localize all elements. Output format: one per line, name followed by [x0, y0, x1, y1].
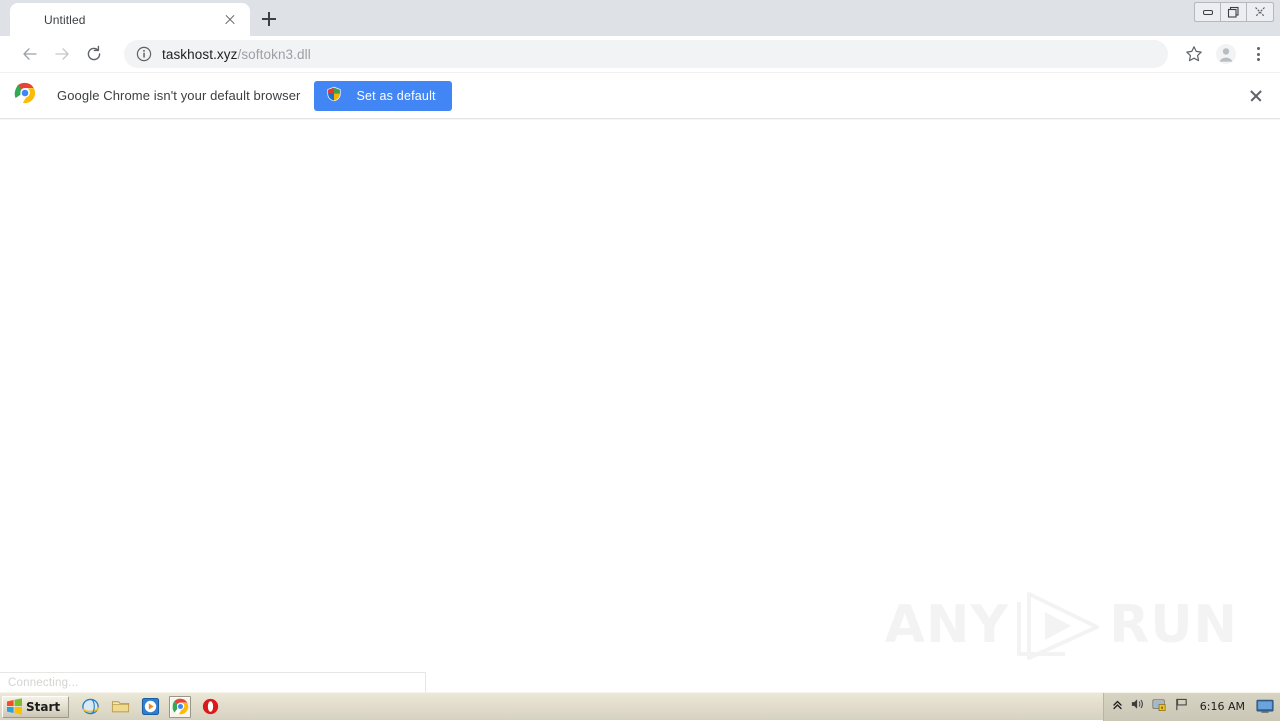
- taskbar-item-google-chrome[interactable]: [169, 695, 192, 718]
- browser-window: Untitled taskhost.xyz/softokn3.dll Googl…: [0, 0, 1280, 692]
- browser-toolbar: taskhost.xyz/softokn3.dll: [0, 36, 1280, 72]
- set-as-default-button[interactable]: Set as default: [314, 80, 452, 111]
- taskbar-item-media-player[interactable]: [139, 696, 161, 718]
- minimize-icon: [1202, 9, 1213, 15]
- minimize-button[interactable]: [1195, 3, 1221, 21]
- url-domain: taskhost.xyz: [162, 46, 238, 62]
- opera-icon: [202, 698, 218, 715]
- play-triangle-icon: [1017, 592, 1100, 660]
- avatar-icon: [1216, 44, 1236, 64]
- back-arrow-icon: [23, 48, 37, 60]
- uac-shield-icon: [326, 86, 342, 105]
- watermark-text-left: ANY: [884, 595, 1010, 655]
- action-center-flag-icon[interactable]: [1174, 697, 1189, 717]
- start-button[interactable]: Start: [2, 695, 70, 718]
- security-alert-icon[interactable]: [1152, 697, 1167, 717]
- reload-icon: [87, 45, 101, 61]
- toolbar-right-actions: [1176, 40, 1272, 68]
- start-label: Start: [26, 699, 61, 714]
- restore-button[interactable]: [1221, 3, 1247, 21]
- tab-strip: Untitled: [0, 0, 1280, 36]
- tab-close-icon[interactable]: [222, 12, 238, 28]
- forward-arrow-icon: [55, 48, 69, 60]
- status-bubble: Connecting...: [0, 672, 426, 692]
- show-desktop-icon[interactable]: [1256, 699, 1274, 715]
- address-bar-text: taskhost.xyz/softokn3.dll: [162, 47, 311, 62]
- system-tray: 6:16 AM: [1102, 692, 1280, 721]
- anyrun-watermark: ANY RUN: [885, 586, 1238, 664]
- page-content-area: ANY RUN Connecting...: [0, 120, 1280, 692]
- info-circle-icon[interactable]: [136, 46, 152, 62]
- taskbar-item-windows-explorer[interactable]: [109, 696, 131, 718]
- default-browser-infobar: Google Chrome isn't your default browser…: [0, 72, 1280, 118]
- reload-button[interactable]: [80, 40, 108, 68]
- tab-title: Untitled: [44, 12, 86, 27]
- set-as-default-label: Set as default: [356, 88, 436, 103]
- browser-tab[interactable]: Untitled: [10, 3, 250, 36]
- windows-flag-icon: [7, 698, 22, 715]
- close-icon: [1255, 7, 1265, 17]
- windows-taskbar: Start 6:16 AM: [0, 692, 1280, 721]
- tray-clock[interactable]: 6:16 AM: [1200, 700, 1245, 713]
- profile-button[interactable]: [1212, 40, 1240, 68]
- three-dot-menu-icon: [1256, 47, 1260, 61]
- star-icon: [1186, 46, 1202, 62]
- window-controls: [1194, 2, 1274, 22]
- forward-button[interactable]: [48, 40, 76, 68]
- chrome-logo-icon: [14, 82, 36, 109]
- url-path: /softokn3.dll: [237, 46, 311, 62]
- quick-launch-bar: [79, 695, 221, 718]
- chrome-menu-button[interactable]: [1244, 40, 1272, 68]
- infobar-message: Google Chrome isn't your default browser: [57, 88, 301, 103]
- close-button[interactable]: [1247, 3, 1273, 21]
- media-player-icon: [141, 697, 159, 716]
- restore-icon: [1227, 6, 1239, 18]
- taskbar-item-internet-explorer[interactable]: [79, 696, 101, 718]
- bookmark-button[interactable]: [1180, 40, 1208, 68]
- chrome-logo-icon: [172, 698, 188, 715]
- new-tab-button[interactable]: [258, 8, 280, 30]
- address-bar[interactable]: taskhost.xyz/softokn3.dll: [124, 40, 1168, 68]
- infobar-close-icon[interactable]: [1248, 88, 1264, 104]
- volume-icon[interactable]: [1130, 697, 1145, 716]
- watermark-text-right: RUN: [1109, 595, 1238, 655]
- internet-explorer-icon: [81, 698, 100, 715]
- back-button[interactable]: [16, 40, 44, 68]
- show-hidden-icons-icon[interactable]: [1112, 698, 1123, 716]
- taskbar-item-opera-browser[interactable]: [199, 696, 221, 718]
- folder-icon: [111, 701, 129, 713]
